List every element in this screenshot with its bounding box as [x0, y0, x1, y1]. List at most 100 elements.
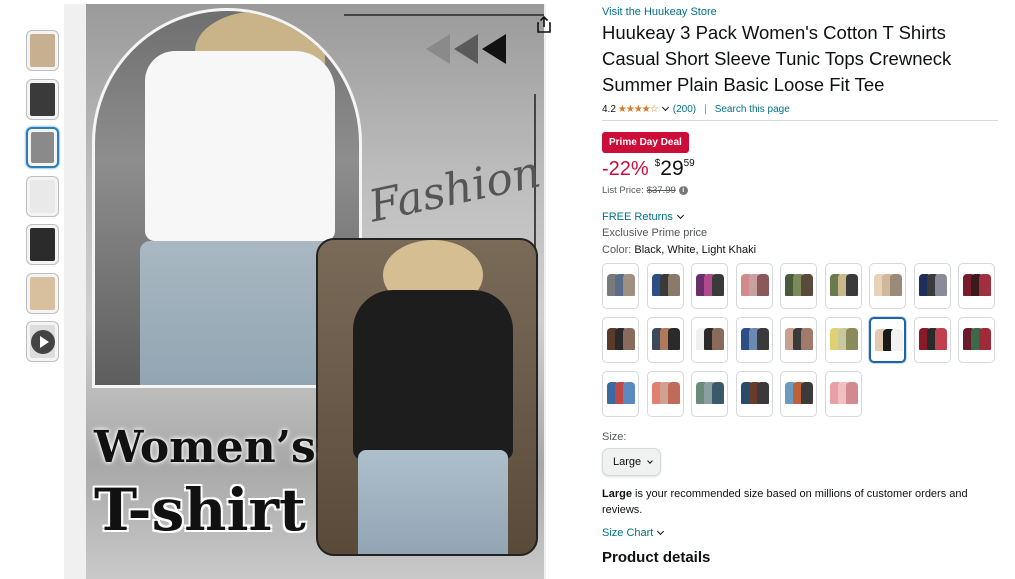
list-price-label: List Price:	[602, 185, 644, 196]
size-chart-label: Size Chart	[602, 527, 654, 539]
color-swatch[interactable]	[735, 317, 773, 363]
shirt-icon	[845, 382, 858, 404]
thumbnail-image	[30, 34, 55, 67]
color-selection-label: Color: Black, White, Light Khaki	[602, 244, 998, 256]
search-this-page-link[interactable]: Search this page	[715, 104, 790, 115]
color-swatch[interactable]	[602, 317, 639, 363]
shirt-icon	[667, 328, 680, 350]
discount-percent: -22%	[602, 158, 649, 180]
thumbnail-image	[30, 228, 55, 261]
shirt-icon	[756, 328, 769, 350]
color-swatch[interactable]	[824, 263, 862, 309]
shirt-icon	[623, 382, 635, 404]
shirt-icon	[712, 274, 724, 296]
color-swatch[interactable]	[824, 317, 862, 363]
poster-tshirt-text: T-shirt	[94, 476, 306, 544]
thumbnail-image	[30, 179, 55, 213]
product-poster: Fashion Women’s T-shirt	[86, 4, 544, 579]
shirt-icon	[756, 274, 769, 296]
color-swatch[interactable]	[780, 317, 817, 363]
shirt-icon	[801, 382, 813, 404]
shirt-icon	[891, 329, 903, 351]
rating-value: 4.2	[602, 103, 616, 115]
color-value: Black, White, Light Khaki	[634, 244, 757, 256]
shirt-icon	[623, 328, 635, 350]
product-title: Huukeay 3 Pack Women's Cotton T Shirts C…	[602, 22, 952, 95]
divider	[602, 120, 998, 121]
info-icon[interactable]: i	[678, 186, 688, 195]
size-label: Size:	[602, 431, 627, 443]
size-dropdown[interactable]: Large	[602, 448, 662, 476]
shirt-icon	[712, 382, 724, 404]
color-swatch[interactable]	[691, 371, 728, 417]
rating-row: 4.2 ★★★★☆ (200) | Search this page	[602, 102, 998, 116]
thumb-video[interactable]	[26, 321, 59, 362]
color-swatch[interactable]	[646, 371, 684, 417]
chevron-down-icon[interactable]	[661, 103, 669, 112]
poster-line	[344, 14, 544, 16]
color-swatch[interactable]	[602, 371, 639, 417]
thumb-4[interactable]	[26, 175, 59, 217]
poster-womens-text: Women’s	[94, 422, 316, 473]
price-whole: 29	[660, 157, 684, 180]
chevron-down-icon[interactable]	[657, 527, 665, 536]
thumb-5[interactable]	[26, 224, 59, 265]
separator: |	[704, 103, 707, 115]
shirt-icon	[667, 274, 680, 296]
size-chart-link[interactable]: Size Chart	[602, 527, 998, 539]
shirt-icon	[801, 274, 813, 296]
price-fraction: 59	[683, 158, 695, 169]
recommended-size: Large	[602, 488, 632, 500]
color-swatch[interactable]	[780, 371, 817, 417]
color-swatch[interactable]	[913, 263, 951, 309]
shirt-icon	[801, 328, 813, 350]
recommendation-text: is your recommended size based on millio…	[602, 488, 968, 516]
shirt-icon	[756, 382, 769, 404]
thumb-6[interactable]	[26, 272, 59, 314]
poster-fashion-text: Fashion	[364, 146, 544, 233]
poster-arrows	[426, 34, 510, 69]
color-swatch[interactable]	[691, 317, 728, 363]
chevron-down-icon[interactable]	[676, 211, 684, 220]
color-swatch[interactable]	[869, 317, 906, 363]
exclusive-price-text: Exclusive Prime price	[602, 227, 708, 239]
shirt-icon	[934, 274, 947, 296]
size-recommendation: Large is your recommended size based on …	[602, 486, 998, 518]
thumbnail-image	[30, 276, 55, 310]
color-swatch[interactable]	[691, 263, 728, 309]
chevron-down-icon	[647, 457, 653, 464]
product-page: Fashion Women’s T-shirt Visit the Huukea…	[0, 0, 1015, 579]
color-swatch[interactable]	[958, 317, 995, 363]
model-photo-black-shirt	[316, 238, 538, 556]
color-swatch[interactable]	[646, 263, 684, 309]
color-swatch[interactable]	[602, 263, 639, 309]
free-returns-link[interactable]: FREE Returns	[602, 211, 998, 223]
review-count-link[interactable]: (200)	[673, 104, 696, 115]
thumb-1[interactable]	[26, 30, 59, 71]
main-product-image[interactable]: Fashion Women’s T-shirt	[64, 4, 546, 579]
color-swatch[interactable]	[780, 263, 817, 309]
color-swatch[interactable]	[735, 371, 773, 417]
color-swatch[interactable]	[735, 263, 773, 309]
thumb-2[interactable]	[26, 78, 59, 120]
share-icon[interactable]	[536, 16, 552, 34]
shirt-icon	[934, 328, 947, 350]
product-details-heading: Product details	[602, 549, 711, 566]
star-rating-icon[interactable]: ★★★★☆	[618, 104, 659, 115]
color-swatch[interactable]	[646, 317, 684, 363]
shirt-icon	[979, 274, 991, 296]
store-link[interactable]: Visit the Huukeay Store	[602, 6, 998, 18]
color-swatch-grid	[602, 263, 998, 417]
color-swatch[interactable]	[824, 371, 862, 417]
color-swatch[interactable]	[869, 263, 906, 309]
thumb-3[interactable]	[26, 127, 59, 168]
color-label: Color:	[602, 244, 632, 256]
color-swatch[interactable]	[913, 317, 951, 363]
shirt-icon	[845, 274, 858, 296]
color-swatch[interactable]	[958, 263, 995, 309]
shirt-icon	[623, 274, 635, 296]
shirt-icon	[979, 328, 991, 350]
list-price-row: List Price: $37.99 i	[602, 185, 998, 196]
play-icon	[30, 329, 55, 354]
list-price-value: $37.99	[646, 185, 676, 196]
